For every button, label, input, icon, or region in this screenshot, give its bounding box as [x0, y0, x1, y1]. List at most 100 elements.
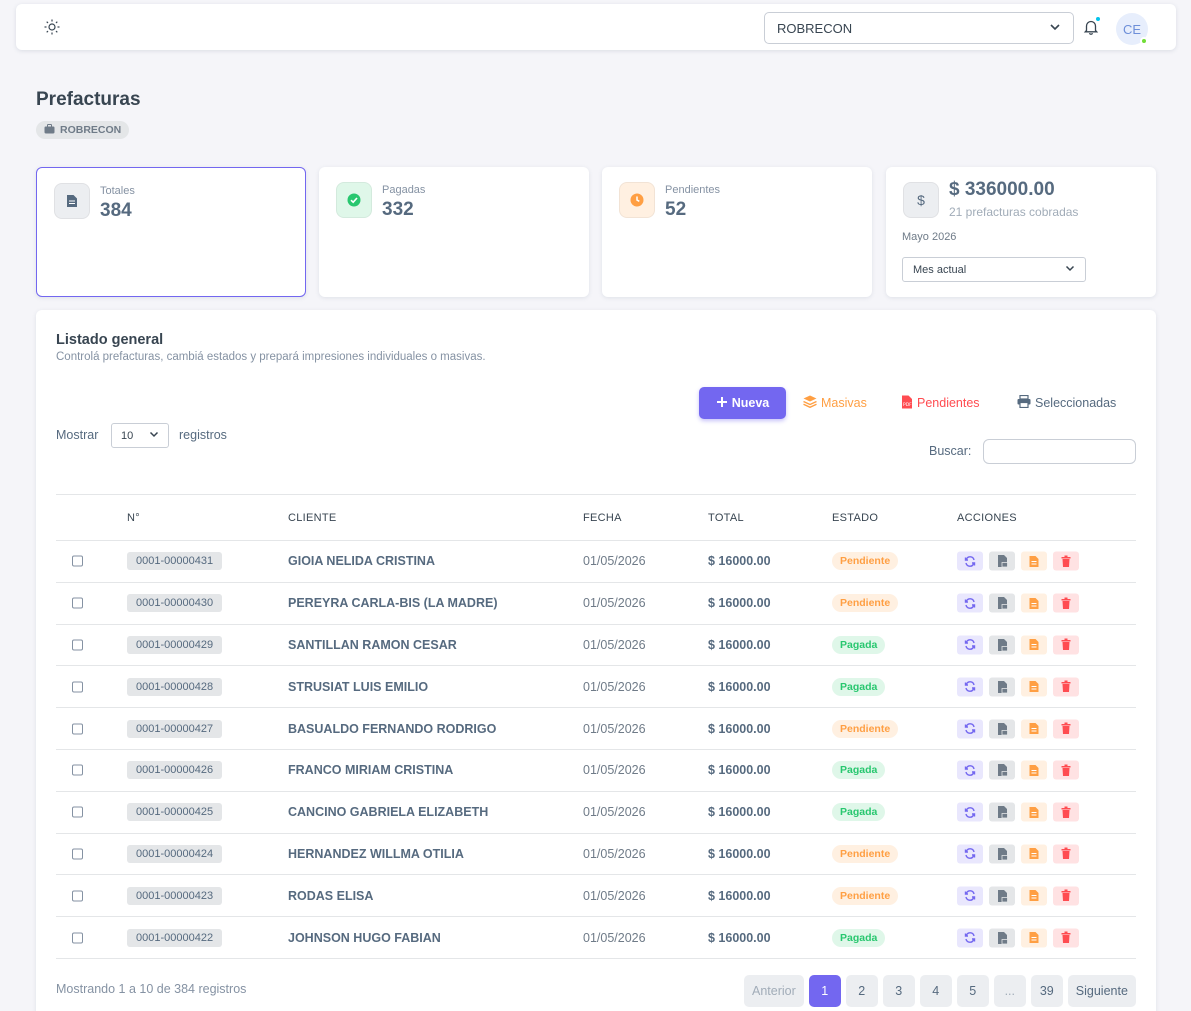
pagination-page-last[interactable]: 39 — [1030, 975, 1063, 1007]
print-selected-button[interactable]: Seleccionadas — [1017, 394, 1116, 412]
change-status-button[interactable] — [957, 844, 983, 864]
delete-button[interactable] — [1053, 928, 1079, 948]
file-icon — [1029, 806, 1039, 818]
invoice-number[interactable]: 0001-00000429 — [127, 635, 223, 654]
print-pdf-button[interactable] — [989, 886, 1015, 906]
row-checkbox[interactable] — [72, 932, 83, 944]
view-file-button[interactable] — [1021, 760, 1047, 780]
online-status-dot — [1140, 37, 1148, 45]
pagination-next[interactable]: Siguiente — [1067, 975, 1136, 1007]
bulk-button[interactable]: Masivas — [803, 394, 867, 412]
trash-icon — [1061, 931, 1071, 944]
stat-card-pagadas[interactable]: Pagadas 332 — [319, 167, 589, 297]
stat-label: Pagadas — [382, 184, 426, 196]
row-checkbox[interactable] — [72, 806, 83, 818]
avatar[interactable]: CE — [1116, 13, 1148, 45]
new-button[interactable]: Nueva — [699, 387, 786, 419]
print-pdf-button[interactable] — [989, 719, 1015, 739]
row-checkbox[interactable] — [72, 681, 83, 693]
pagination-page-3[interactable]: 3 — [882, 975, 915, 1007]
delete-button[interactable] — [1053, 677, 1079, 697]
delete-button[interactable] — [1053, 760, 1079, 780]
column-header-numero[interactable]: N° — [127, 512, 140, 524]
period-select[interactable]: Mes actual — [902, 257, 1086, 282]
trash-icon — [1061, 806, 1071, 818]
change-status-button[interactable] — [957, 802, 983, 822]
delete-button[interactable] — [1053, 719, 1079, 739]
column-header-estado[interactable]: ESTADO — [832, 512, 878, 524]
column-header-fecha[interactable]: FECHA — [583, 512, 622, 524]
row-checkbox[interactable] — [72, 723, 83, 735]
invoice-number[interactable]: 0001-00000428 — [127, 677, 223, 696]
row-checkbox[interactable] — [72, 555, 83, 567]
stat-card-totales[interactable]: Totales 384 — [36, 167, 306, 297]
delete-button[interactable] — [1053, 593, 1079, 613]
invoice-number[interactable]: 0001-00000425 — [127, 803, 223, 822]
pagination-page-5[interactable]: 5 — [956, 975, 989, 1007]
invoice-number[interactable]: 0001-00000426 — [127, 761, 223, 780]
pagination-page-4[interactable]: 4 — [919, 975, 952, 1007]
delete-button[interactable] — [1053, 886, 1079, 906]
change-status-button[interactable] — [957, 635, 983, 655]
view-file-button[interactable] — [1021, 802, 1047, 822]
view-file-button[interactable] — [1021, 719, 1047, 739]
change-status-button[interactable] — [957, 760, 983, 780]
search-input[interactable] — [983, 439, 1136, 464]
delete-button[interactable] — [1053, 635, 1079, 655]
print-pdf-button[interactable] — [989, 928, 1015, 948]
print-pdf-button[interactable] — [989, 802, 1015, 822]
row-checkbox[interactable] — [72, 764, 83, 776]
bulk-button-label: Masivas — [821, 396, 867, 410]
change-status-button[interactable] — [957, 719, 983, 739]
chevron-down-icon — [149, 429, 159, 442]
column-header-total[interactable]: TOTAL — [708, 512, 744, 524]
change-status-button[interactable] — [957, 677, 983, 697]
invoice-number[interactable]: 0001-00000430 — [127, 594, 223, 613]
row-checkbox[interactable] — [72, 890, 83, 902]
pending-pdf-button[interactable]: PDF Pendientes — [901, 394, 980, 412]
delete-button[interactable] — [1053, 844, 1079, 864]
view-file-button[interactable] — [1021, 635, 1047, 655]
pagination-page-1[interactable]: 1 — [808, 975, 841, 1007]
change-status-button[interactable] — [957, 928, 983, 948]
status-badge: Pendiente — [832, 594, 899, 613]
view-file-button[interactable] — [1021, 551, 1047, 571]
file-icon — [1029, 597, 1039, 609]
view-file-button[interactable] — [1021, 593, 1047, 613]
pdf-document-icon — [997, 847, 1008, 861]
print-pdf-button[interactable] — [989, 844, 1015, 864]
invoice-number[interactable]: 0001-00000431 — [127, 552, 223, 571]
change-status-button[interactable] — [957, 593, 983, 613]
pagination-page-2[interactable]: 2 — [845, 975, 878, 1007]
print-pdf-button[interactable] — [989, 635, 1015, 655]
view-file-button[interactable] — [1021, 677, 1047, 697]
invoice-number[interactable]: 0001-00000424 — [127, 844, 223, 863]
page-size-select[interactable]: 10 — [111, 423, 169, 448]
change-status-button[interactable] — [957, 551, 983, 571]
print-pdf-button[interactable] — [989, 677, 1015, 697]
view-file-button[interactable] — [1021, 928, 1047, 948]
printer-icon — [1017, 394, 1031, 411]
pagination-prev[interactable]: Anterior — [744, 975, 804, 1007]
delete-button[interactable] — [1053, 551, 1079, 571]
invoice-number[interactable]: 0001-00000422 — [127, 928, 223, 947]
stat-card-pendientes[interactable]: Pendientes 52 — [602, 167, 872, 297]
print-pdf-button[interactable] — [989, 551, 1015, 571]
view-file-button[interactable] — [1021, 844, 1047, 864]
row-checkbox[interactable] — [72, 848, 83, 860]
row-checkbox[interactable] — [72, 639, 83, 651]
change-status-button[interactable] — [957, 886, 983, 906]
sync-icon — [964, 806, 976, 818]
row-checkbox[interactable] — [72, 597, 83, 609]
print-pdf-button[interactable] — [989, 760, 1015, 780]
delete-button[interactable] — [1053, 802, 1079, 822]
print-pdf-button[interactable] — [989, 593, 1015, 613]
invoice-number[interactable]: 0001-00000427 — [127, 719, 223, 738]
company-select[interactable]: ROBRECON — [764, 12, 1074, 44]
invoice-number[interactable]: 0001-00000423 — [127, 886, 223, 905]
clock-icon — [619, 182, 655, 218]
bell-icon[interactable] — [1082, 16, 1101, 36]
view-file-button[interactable] — [1021, 886, 1047, 906]
column-header-cliente[interactable]: CLIENTE — [288, 512, 337, 524]
sun-icon[interactable] — [43, 18, 61, 36]
